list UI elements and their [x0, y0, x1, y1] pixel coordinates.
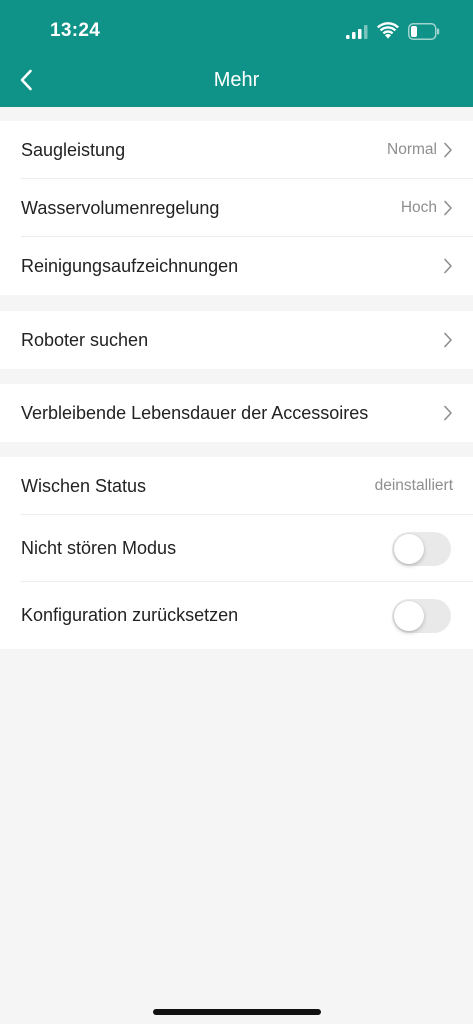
chevron-right-icon — [444, 332, 452, 348]
settings-group-status: Wischen Status deinstalliert Nicht störe… — [0, 457, 473, 649]
row-reinigungsaufzeichnungen[interactable]: Reinigungsaufzeichnungen — [0, 237, 473, 295]
row-label: Wischen Status — [21, 475, 147, 496]
row-roboter-suchen[interactable]: Roboter suchen — [0, 311, 473, 369]
cellular-signal-icon — [346, 25, 368, 39]
page-title: Mehr — [213, 69, 260, 91]
row-accessoires-lebensdauer[interactable]: Verbleibende Lebensdauer der Accessoires — [0, 384, 473, 442]
konfiguration-zuruecksetzen-toggle[interactable] — [392, 598, 451, 633]
chevron-right-icon — [444, 142, 452, 158]
row-label: Nicht stören Modus — [21, 538, 177, 558]
row-wischen-status: Wischen Status deinstalliert — [0, 457, 473, 515]
chevron-right-icon — [444, 200, 452, 216]
battery-low-icon — [408, 23, 440, 40]
status-time: 13:24 — [50, 20, 101, 41]
row-label: Wasservolumenregelung — [21, 197, 220, 218]
row-label: Roboter suchen — [21, 329, 149, 350]
chevron-right-icon — [444, 405, 452, 421]
row-value: deinstalliert — [374, 477, 453, 494]
settings-group-cleaning: Saugleistung Normal Wasservolumenregelun… — [0, 121, 473, 295]
screen: 13:24 Mehr Saugleistung Normal Wasservol… — [0, 0, 473, 1024]
row-label: Konfiguration zurücksetzen — [21, 605, 239, 625]
settings-group-find: Roboter suchen — [0, 311, 473, 369]
toggle-knob — [394, 533, 424, 564]
settings-group-accessories: Verbleibende Lebensdauer der Accessoires — [0, 384, 473, 442]
row-label: Saugleistung — [21, 139, 126, 160]
row-value: Normal — [387, 141, 437, 158]
row-saugleistung[interactable]: Saugleistung Normal — [0, 121, 473, 179]
row-label: Reinigungsaufzeichnungen — [21, 255, 239, 276]
row-wasservolumenregelung[interactable]: Wasservolumenregelung Hoch — [0, 179, 473, 237]
chevron-right-icon — [444, 258, 452, 274]
row-label: Verbleibende Lebensdauer der Accessoires — [21, 402, 369, 423]
home-indicator — [153, 1009, 321, 1015]
wifi-icon — [377, 22, 399, 39]
nav-bar: Mehr — [0, 55, 473, 105]
nicht-stoeren-toggle[interactable] — [392, 531, 451, 566]
status-bar: 13:24 — [0, 0, 473, 62]
row-nicht-stoeren-modus: Nicht stören Modus — [0, 515, 473, 582]
row-value: Hoch — [400, 199, 437, 216]
row-konfiguration-zuruecksetzen: Konfiguration zurücksetzen — [0, 582, 473, 649]
header: 13:24 Mehr — [0, 0, 473, 107]
toggle-knob — [394, 600, 424, 631]
